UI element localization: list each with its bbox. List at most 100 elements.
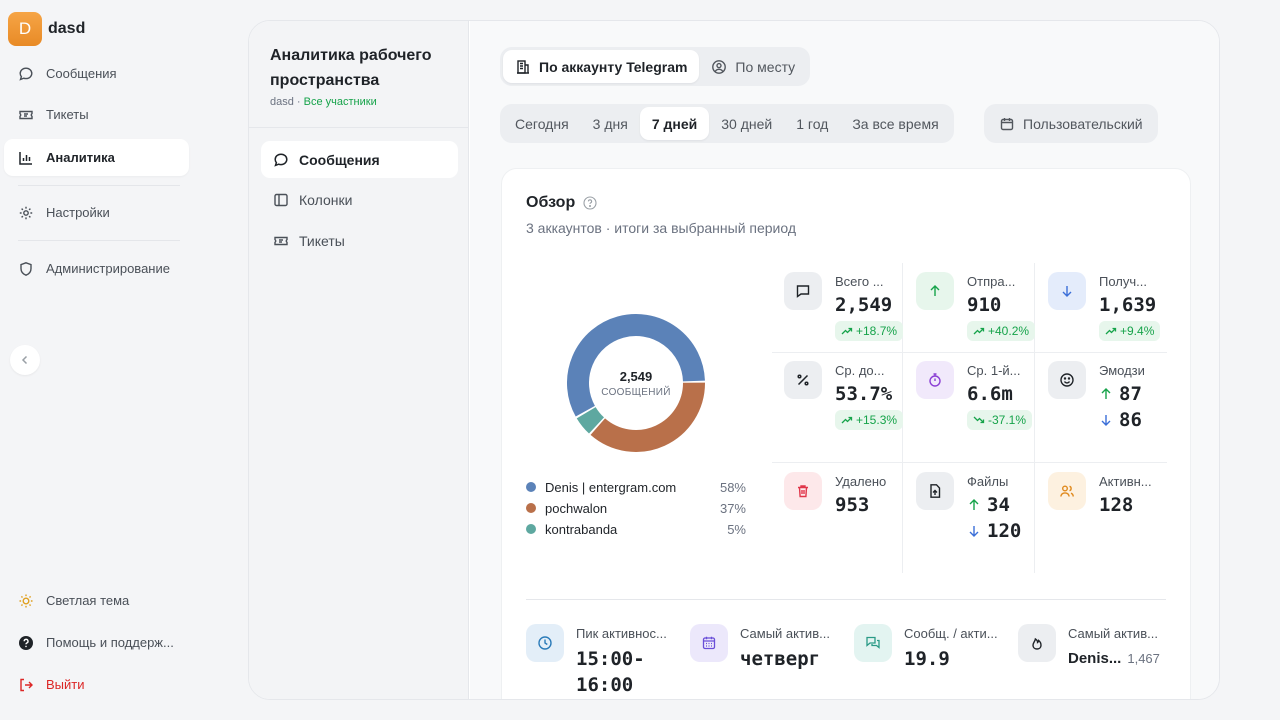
stat-value: 120 [987,520,1022,542]
nav-label: Помощь и поддерж... [46,635,174,650]
subnav-label: Сообщения [299,151,380,168]
scope-tabs: По аккаунту Telegram По месту [500,47,811,86]
shield-icon [20,261,32,276]
legend-value: 58% [719,479,746,495]
stat-icon-box [1048,272,1086,310]
stat-value: 87 [1119,383,1142,405]
stat-icon-box [916,272,954,310]
tab-by-place[interactable]: По месту [699,50,807,83]
stat-icon-box [1048,361,1086,399]
nav-item-settings[interactable]: Настройки [4,194,189,231]
stat-value: 128 [1099,494,1134,516]
stat-value: 19.9 [904,648,950,670]
subnav-label: Тикеты [299,232,345,249]
nav-item-admin[interactable]: Администрирование [4,250,189,287]
legend-label: kontrabanda [545,521,618,537]
chat-bubbles-icon [866,636,880,649]
arrow-up-icon [1101,388,1111,399]
arrow-down-icon [1062,286,1072,297]
stat-delta-badge: +15.3% [835,410,904,430]
stat-icon-box [526,624,564,662]
arrow-down-icon [969,526,979,537]
period-7-days[interactable]: 7 дней [639,107,710,140]
tab-label: Пользовательский [1023,115,1143,132]
stat-label: Активн... [1099,474,1152,489]
workspace-scope-name: dasd [270,96,294,108]
collapse-sidebar-button[interactable] [10,345,40,375]
period-custom-button[interactable]: Пользовательский [987,107,1155,140]
stopwatch-icon [929,373,941,387]
stat-delta-badge: +18.7% [835,321,904,341]
nav-item-messages[interactable]: Сообщения [4,55,189,92]
nav-label: Настройки [46,205,110,220]
legend-label: Denis | entergram.com [545,479,677,495]
stat-value: 1,639 [1099,294,1157,316]
building-icon [517,59,529,74]
subnav-item-columns[interactable]: Колонки [261,181,458,218]
legend-item: Denis | entergram.com 58% [526,477,746,497]
workspace-switcher[interactable]: D dasd [8,12,85,46]
nav-divider [18,240,180,241]
workspace-scope-separator: · [293,96,304,108]
legend-swatch [526,482,536,492]
subnav-item-messages[interactable]: Сообщения [261,141,458,178]
grid-divider [772,462,1167,463]
logout-button[interactable]: Выйти [4,666,189,703]
stat-label: Получ... [1099,274,1147,289]
stat-delta: +18.7% [856,324,898,338]
tab-label: По месту [735,58,796,75]
trend-up-icon [1105,327,1117,335]
stat-label: Ср. 1-й... [967,363,1021,378]
trend-up-icon [841,416,853,424]
period-3-days[interactable]: 3 дня [581,107,640,140]
columns-icon [274,193,288,206]
stat-label: Файлы [967,474,1009,489]
flame-icon [1032,637,1042,650]
nav-label: Аналитика [46,150,115,165]
stat-files-received: 120 [967,520,1021,542]
nav-label: Сообщения [46,66,117,81]
members-filter-link[interactable]: Все участники [304,96,377,108]
stat-value: 2,549 [835,294,893,316]
stat-value: четверг [740,648,821,670]
nav-item-analytics[interactable]: Аналитика [4,139,189,176]
section-divider [526,599,1166,600]
nav-label: Выйти [46,677,85,692]
calendar-icon [1000,117,1014,130]
period-1-year[interactable]: 1 год [784,107,840,140]
nav-divider [18,185,180,186]
nav-label: Тикеты [46,107,89,122]
legend-swatch [526,524,536,534]
help-link[interactable]: Помощь и поддерж... [4,624,189,661]
stat-delta-badge: -37.1% [967,410,1033,430]
stat-label: Самый актив... [740,626,830,641]
stat-icon-box [690,624,728,662]
ticket-icon [19,110,33,119]
subnav-label: Колонки [299,191,353,208]
percent-icon [797,374,809,386]
grid-divider [1034,263,1035,573]
arrow-down-icon [1101,415,1111,426]
stat-icon-box [1048,472,1086,510]
nav-item-tickets[interactable]: Тикеты [4,96,189,133]
donut-total: 2,549 [619,368,653,384]
trash-icon [798,485,808,498]
stat-delta: +9.4% [1120,324,1155,338]
period-30-days[interactable]: 30 дней [709,107,784,140]
theme-toggle[interactable]: Светлая тема [4,582,189,619]
period-today[interactable]: Сегодня [503,107,581,140]
workspace-scope: dasd · Все участники [270,96,377,108]
help-icon[interactable] [583,196,597,210]
custom-period: Пользовательский [984,104,1158,143]
legend-item: kontrabanda 5% [526,519,746,539]
legend-value: 37% [719,500,746,516]
message-square-icon [796,285,810,298]
stat-label: Удалено [835,474,887,489]
period-tabs: Сегодня 3 дня 7 дней 30 дней 1 год За вс… [500,104,954,143]
tab-label: По аккаунту Telegram [539,58,688,75]
period-all-time[interactable]: За все время [840,107,950,140]
tab-by-telegram-account[interactable]: По аккаунту Telegram [503,50,700,83]
subnav-item-tickets[interactable]: Тикеты [261,222,458,259]
stat-value: 15:00-16:00 [576,648,645,696]
donut-center: 2,549 СООБЩЕНИЙ [564,311,708,455]
